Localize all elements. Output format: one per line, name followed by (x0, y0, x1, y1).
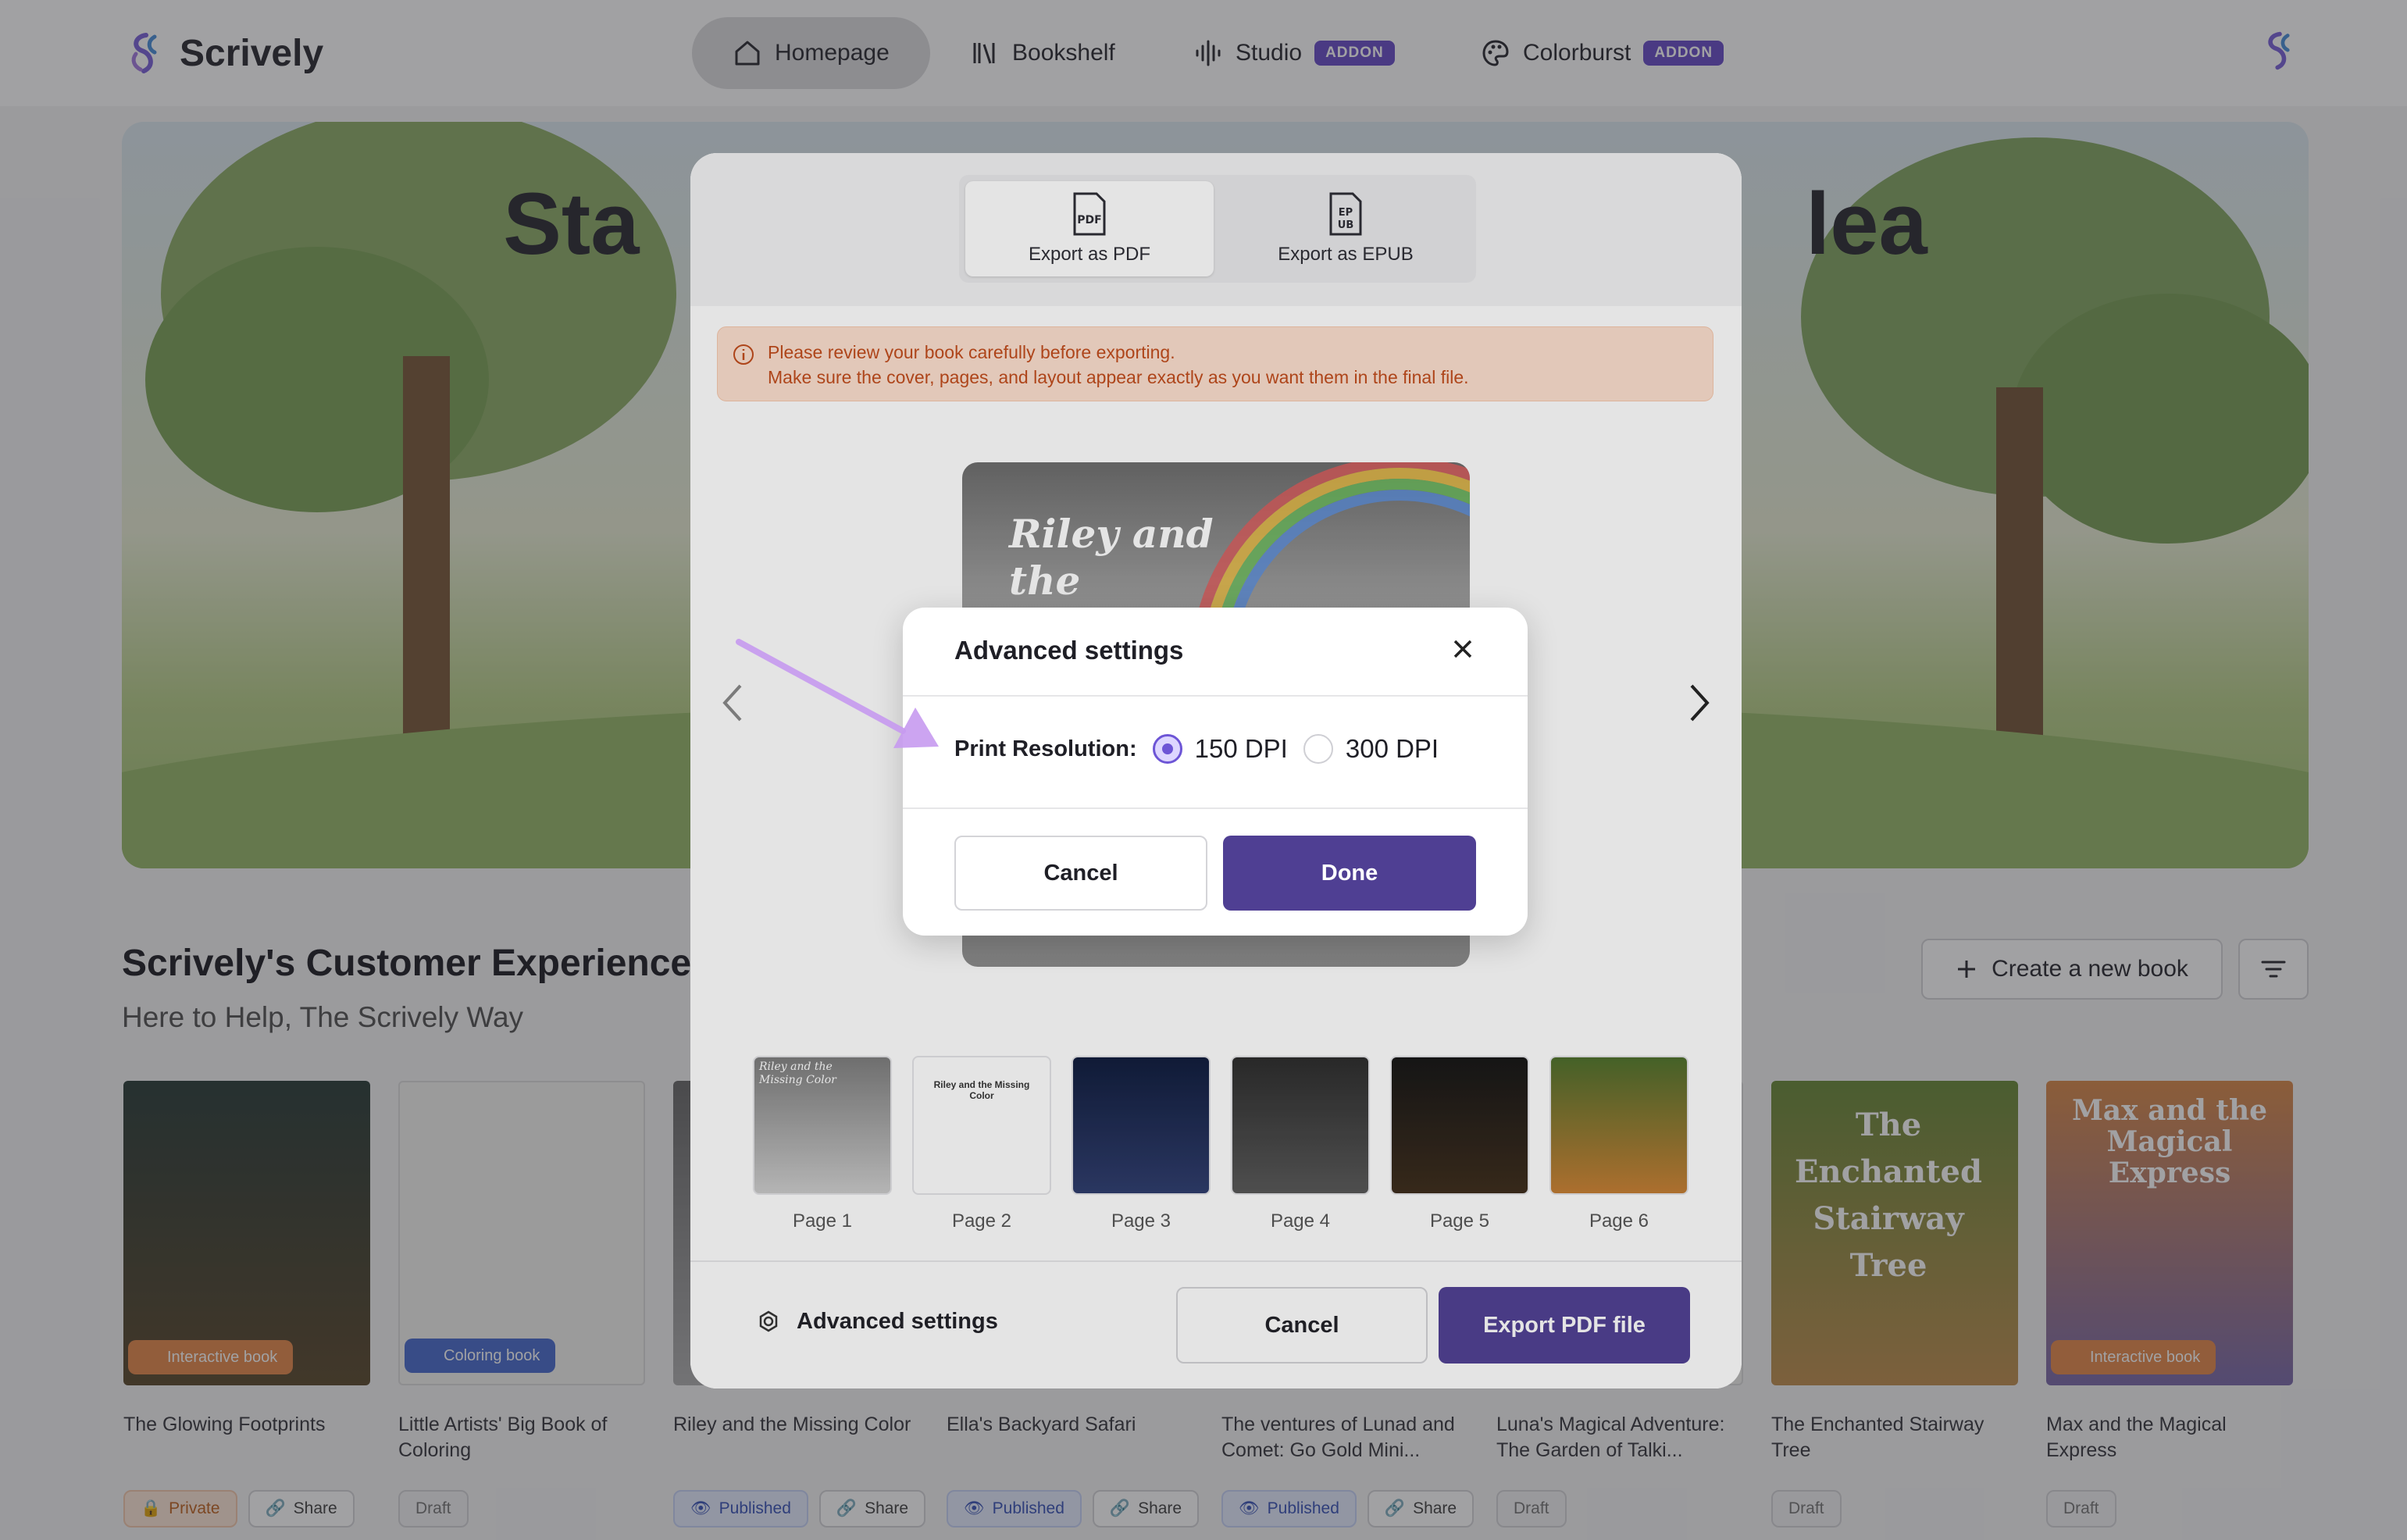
advanced-settings-dialog: Advanced settings Print Resolution: 150 … (903, 608, 1528, 936)
annotation-arrow (736, 639, 939, 748)
divider (903, 695, 1528, 697)
done-button[interactable]: Done (1223, 836, 1476, 911)
field-label: Print Resolution: (954, 736, 1137, 761)
radio-150-dpi[interactable]: 150 DPI (1152, 734, 1288, 764)
dialog-title: Advanced settings (954, 636, 1184, 665)
divider (903, 807, 1528, 809)
close-icon[interactable] (1451, 637, 1475, 661)
radio-label: 150 DPI (1194, 734, 1288, 763)
radio-button-selected[interactable] (1152, 734, 1182, 764)
dialog-cancel-button[interactable]: Cancel (954, 836, 1207, 911)
radio-300-dpi[interactable]: 300 DPI (1303, 734, 1439, 764)
print-resolution-row: Print Resolution: 150 DPI 300 DPI (954, 734, 1439, 764)
radio-button[interactable] (1303, 734, 1333, 764)
radio-label: 300 DPI (1345, 734, 1439, 763)
